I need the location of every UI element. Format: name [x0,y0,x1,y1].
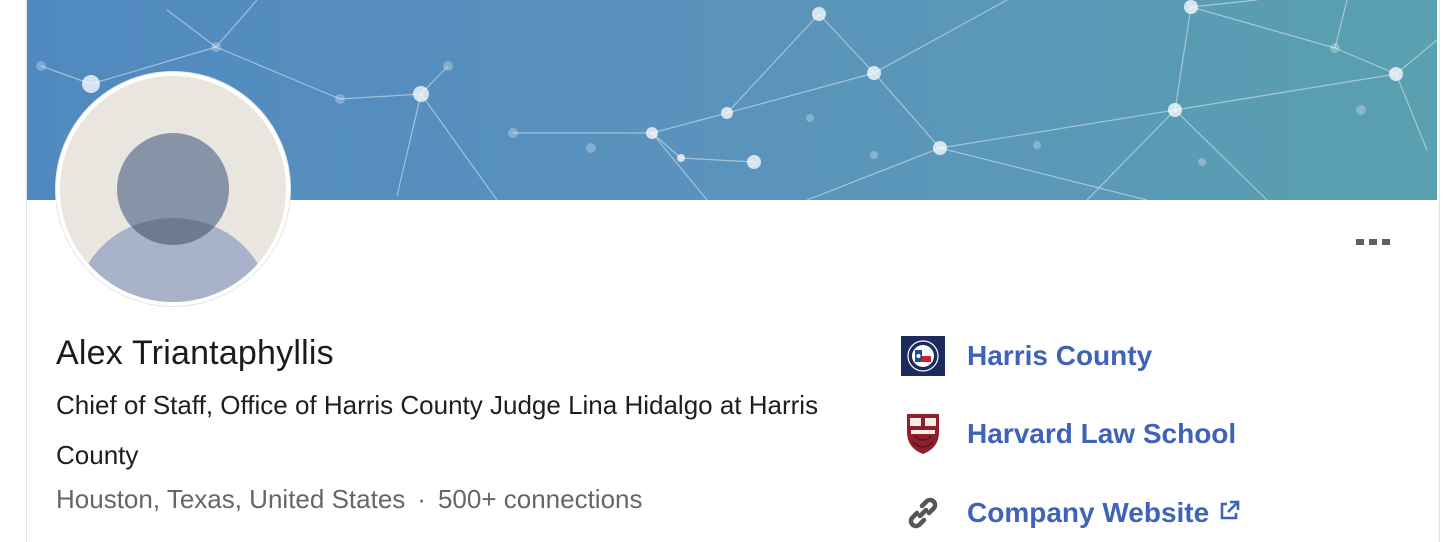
sidebar-item-website[interactable]: Company Website [901,491,1241,535]
sidebar-item-label: Harvard Law School [967,418,1237,449]
more-horizontal-icon [1356,239,1364,245]
more-options-button[interactable] [1349,226,1397,258]
sidebar-item-label: Company Website [967,497,1210,528]
profile-card: Alex Triantaphyllis Chief of Staff, Offi… [26,0,1440,542]
sidebar-item-current-company[interactable]: Harris County [901,334,1152,378]
external-link-icon [1217,499,1241,528]
harvard-shield-icon [901,412,945,456]
profile-avatar[interactable] [56,72,290,306]
link-icon [901,491,945,535]
profile-name: Alex Triantaphyllis [56,334,334,372]
profile-location: Houston, Texas, United States [56,484,406,514]
sidebar-item-label: Harris County [967,340,1153,371]
profile-meta: Houston, Texas, United States · 500+ conne… [56,484,643,515]
connections-count[interactable]: 500+ connections [438,484,643,514]
default-avatar-icon [60,76,286,302]
harris-county-seal-icon [901,334,945,378]
sidebar-item-education[interactable]: Harvard Law School [901,412,1236,456]
profile-headline: Chief of Staff, Office of Harris County … [56,390,819,470]
meta-separator: · [417,484,426,514]
